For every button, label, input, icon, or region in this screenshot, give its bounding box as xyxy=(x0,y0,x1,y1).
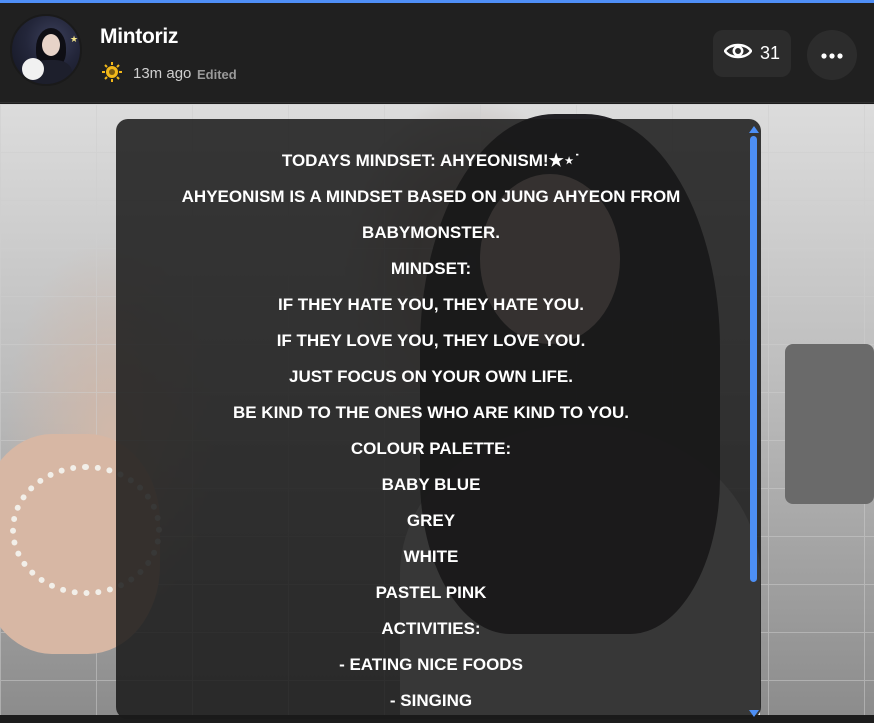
post-line: PASTEL PINK xyxy=(375,583,487,602)
post-header: ★ Mintoriz 13m ago Edited 31 xyxy=(0,3,874,103)
post-line: IF THEY HATE YOU, THEY HATE YOU. xyxy=(277,295,585,314)
post-scrollbar[interactable] xyxy=(748,122,760,717)
scrollbar-thumb[interactable] xyxy=(750,136,757,582)
post-text-panel[interactable]: TODAYS MINDSET: AHYEONISM!★⋆˙ AHYEONISM … xyxy=(116,119,761,719)
post-line: GREY xyxy=(406,511,456,530)
eye-icon xyxy=(723,41,753,66)
post-line: BABYMONSTER. xyxy=(362,223,500,242)
post-line: - SINGING xyxy=(389,691,473,710)
scroll-down-icon[interactable] xyxy=(748,705,760,717)
author-avatar[interactable]: ★ xyxy=(10,14,82,86)
post-text: TODAYS MINDSET: AHYEONISM!★⋆˙ AHYEONISM … xyxy=(116,143,746,719)
post-line: BE KIND TO THE ONES WHO ARE KIND TO YOU. xyxy=(232,403,630,422)
post-line: JUST FOCUS ON YOUR OWN LIFE. xyxy=(289,367,573,386)
edited-label: Edited xyxy=(197,67,237,82)
avatar-star: ★ xyxy=(70,34,79,44)
post-line: ACTIVITIES: xyxy=(381,619,481,638)
ellipsis-icon xyxy=(821,46,843,64)
post-line: MINDSET: xyxy=(390,259,472,278)
post-line: WHITE xyxy=(403,547,459,566)
post-line: TODAYS MINDSET: AHYEONISM!★⋆˙ xyxy=(281,151,581,170)
background-jar xyxy=(785,344,874,504)
avatar-face xyxy=(42,34,60,56)
post-time: 13m ago xyxy=(133,65,192,82)
views-button[interactable]: 31 xyxy=(713,30,791,77)
post-line: COLOUR PALETTE: xyxy=(350,439,512,458)
avatar-plush xyxy=(22,58,44,80)
views-count: 31 xyxy=(759,43,781,63)
post-line: IF THEY LOVE YOU, THEY LOVE YOU. xyxy=(276,331,586,350)
post-line: AHYEONISM IS A MINDSET BASED ON JUNG AHY… xyxy=(181,187,681,206)
sun-badge-icon xyxy=(101,61,123,83)
scroll-up-icon[interactable] xyxy=(748,122,760,133)
post-line: BABY BLUE xyxy=(381,475,481,494)
post-line: - EATING NICE FOODS xyxy=(339,655,523,674)
more-options-button[interactable] xyxy=(807,30,857,80)
author-name[interactable]: Mintoriz xyxy=(100,25,178,49)
